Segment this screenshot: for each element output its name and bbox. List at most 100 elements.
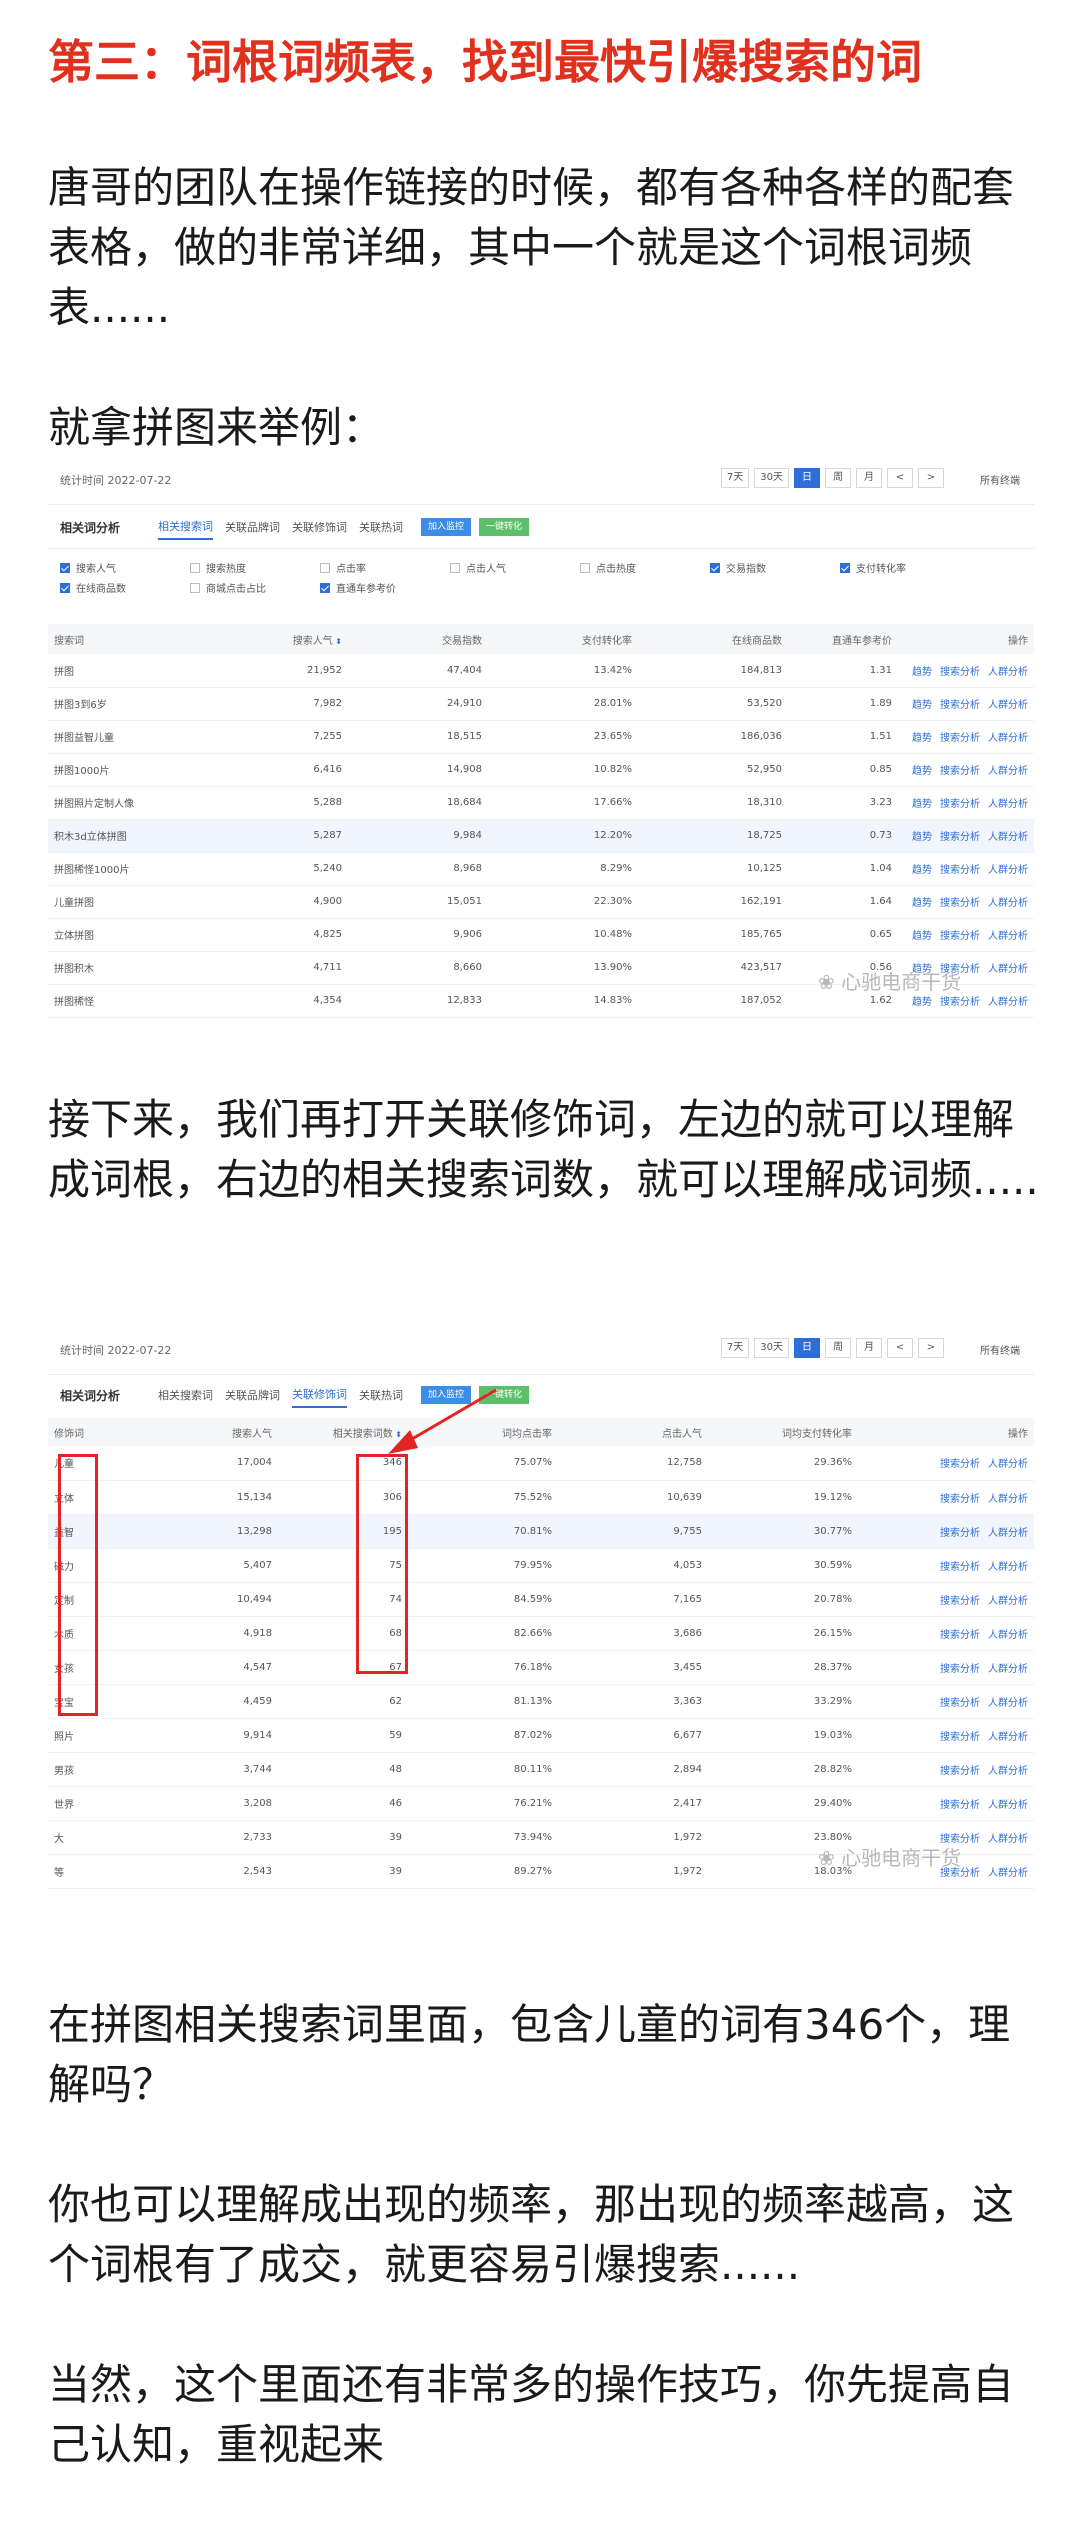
operation-link[interactable]: 搜索分析: [940, 799, 980, 810]
operation-link[interactable]: 人群分析: [988, 1800, 1028, 1811]
date-button[interactable]: 7天: [720, 1338, 750, 1358]
operation-link[interactable]: 搜索分析: [940, 1596, 980, 1607]
tab-related-modifier[interactable]: 关联修饰词: [292, 515, 347, 539]
operation-link[interactable]: 趋势: [912, 832, 932, 843]
operation-link[interactable]: 趋势: [912, 766, 932, 777]
date-button[interactable]: 30天: [754, 1338, 789, 1358]
operation-link[interactable]: 搜索分析: [940, 1766, 980, 1777]
operation-link[interactable]: 趋势: [912, 700, 932, 711]
operation-link[interactable]: 人群分析: [988, 667, 1028, 678]
date-button[interactable]: >: [918, 468, 944, 488]
operation-link[interactable]: 人群分析: [988, 997, 1028, 1008]
operation-link[interactable]: 搜索分析: [940, 865, 980, 876]
date-button[interactable]: 日: [794, 468, 820, 488]
metric-option[interactable]: 搜索热度: [190, 560, 246, 575]
operation-link[interactable]: 人群分析: [988, 1562, 1028, 1573]
operation-link[interactable]: 搜索分析: [940, 898, 980, 909]
tab-related-search[interactable]: 相关搜索词: [158, 1383, 213, 1407]
operation-link[interactable]: 搜索分析: [940, 766, 980, 777]
checkbox[interactable]: [320, 582, 330, 593]
operation-link[interactable]: 人群分析: [988, 1664, 1028, 1675]
operation-link[interactable]: 人群分析: [988, 1698, 1028, 1709]
operation-link[interactable]: 人群分析: [988, 799, 1028, 810]
operation-link[interactable]: 搜索分析: [940, 1698, 980, 1709]
operation-link[interactable]: 搜索分析: [940, 1630, 980, 1641]
operation-link[interactable]: 趋势: [912, 667, 932, 678]
date-button[interactable]: 30天: [754, 468, 789, 488]
checkbox[interactable]: [450, 562, 460, 573]
date-button[interactable]: <: [887, 468, 913, 488]
operation-link[interactable]: 人群分析: [988, 1868, 1028, 1879]
operation-link[interactable]: 趋势: [912, 898, 932, 909]
tab-related-brand[interactable]: 关联品牌词: [225, 1383, 280, 1407]
tab-related-search[interactable]: 相关搜索词: [158, 514, 214, 540]
date-button[interactable]: 日: [794, 1338, 820, 1358]
operation-link[interactable]: 搜索分析: [940, 1732, 980, 1743]
operation-link[interactable]: 趋势: [912, 931, 932, 942]
metric-option[interactable]: 交易指数: [710, 560, 766, 575]
tab-related-modifier[interactable]: 关联修饰词: [292, 1382, 348, 1408]
operation-link[interactable]: 人群分析: [988, 898, 1028, 909]
operation-link[interactable]: 搜索分析: [940, 700, 980, 711]
date-button[interactable]: 7天: [720, 468, 750, 488]
date-button[interactable]: <: [887, 1338, 913, 1358]
operation-link[interactable]: 人群分析: [988, 931, 1028, 942]
checkbox[interactable]: [60, 562, 70, 573]
one-click-convert-button[interactable]: 一键转化: [479, 518, 530, 536]
metric-option[interactable]: 点击热度: [580, 560, 636, 575]
tab-related-brand[interactable]: 关联品牌词: [225, 515, 280, 539]
date-button[interactable]: >: [918, 1338, 944, 1358]
date-button[interactable]: 周: [825, 468, 851, 488]
operation-link[interactable]: 人群分析: [988, 1732, 1028, 1743]
operation-link[interactable]: 搜索分析: [940, 1528, 980, 1539]
metric-option[interactable]: 在线商品数: [60, 580, 126, 595]
operation-link[interactable]: 搜索分析: [940, 997, 980, 1008]
operation-link[interactable]: 人群分析: [988, 832, 1028, 843]
operation-link[interactable]: 搜索分析: [940, 1494, 980, 1505]
operation-link[interactable]: 人群分析: [988, 865, 1028, 876]
checkbox[interactable]: [320, 562, 330, 573]
sort-icon[interactable]: ⬍: [333, 637, 342, 646]
tab-related-hot[interactable]: 关联热词: [359, 515, 403, 539]
operation-link[interactable]: 人群分析: [988, 964, 1028, 975]
operation-link[interactable]: 人群分析: [988, 1766, 1028, 1777]
checkbox[interactable]: [190, 582, 200, 593]
terminal-select[interactable]: 所有终端: [980, 1342, 1020, 1357]
column-header[interactable]: 在线商品数: [638, 624, 788, 654]
checkbox[interactable]: [580, 562, 590, 573]
operation-link[interactable]: 人群分析: [988, 1834, 1028, 1845]
operation-link[interactable]: 搜索分析: [940, 1562, 980, 1573]
date-button[interactable]: 周: [825, 1338, 851, 1358]
operation-link[interactable]: 人群分析: [988, 733, 1028, 744]
column-header[interactable]: 直通车参考价: [788, 624, 898, 654]
operation-link[interactable]: 人群分析: [988, 1494, 1028, 1505]
operation-link[interactable]: 搜索分析: [940, 1800, 980, 1811]
operation-link[interactable]: 人群分析: [988, 766, 1028, 777]
operation-link[interactable]: 搜索分析: [940, 1459, 980, 1470]
column-header[interactable]: 搜索人气: [168, 1418, 278, 1446]
checkbox[interactable]: [840, 562, 850, 573]
metric-option[interactable]: 商城点击占比: [190, 580, 266, 595]
operation-link[interactable]: 人群分析: [988, 1528, 1028, 1539]
operation-link[interactable]: 搜索分析: [940, 733, 980, 744]
checkbox[interactable]: [60, 582, 70, 593]
column-header[interactable]: 支付转化率: [488, 624, 638, 654]
operation-link[interactable]: 搜索分析: [940, 667, 980, 678]
metric-option[interactable]: 搜索人气: [60, 560, 116, 575]
operation-link[interactable]: 趋势: [912, 799, 932, 810]
metric-option[interactable]: 直通车参考价: [320, 580, 396, 595]
operation-link[interactable]: 趋势: [912, 733, 932, 744]
column-header[interactable]: 搜索人气 ⬍: [198, 624, 348, 654]
terminal-select[interactable]: 所有终端: [980, 472, 1020, 487]
operation-link[interactable]: 搜索分析: [940, 931, 980, 942]
operation-link[interactable]: 趋势: [912, 865, 932, 876]
operation-link[interactable]: 搜索分析: [940, 832, 980, 843]
operation-link[interactable]: 人群分析: [988, 1630, 1028, 1641]
column-header[interactable]: 点击人气: [558, 1418, 708, 1446]
column-header[interactable]: 词均支付转化率: [708, 1418, 858, 1446]
column-header[interactable]: 交易指数: [348, 624, 488, 654]
operation-link[interactable]: 人群分析: [988, 1459, 1028, 1470]
operation-link[interactable]: 搜索分析: [940, 1664, 980, 1675]
date-button[interactable]: 月: [856, 468, 882, 488]
metric-option[interactable]: 支付转化率: [840, 560, 906, 575]
